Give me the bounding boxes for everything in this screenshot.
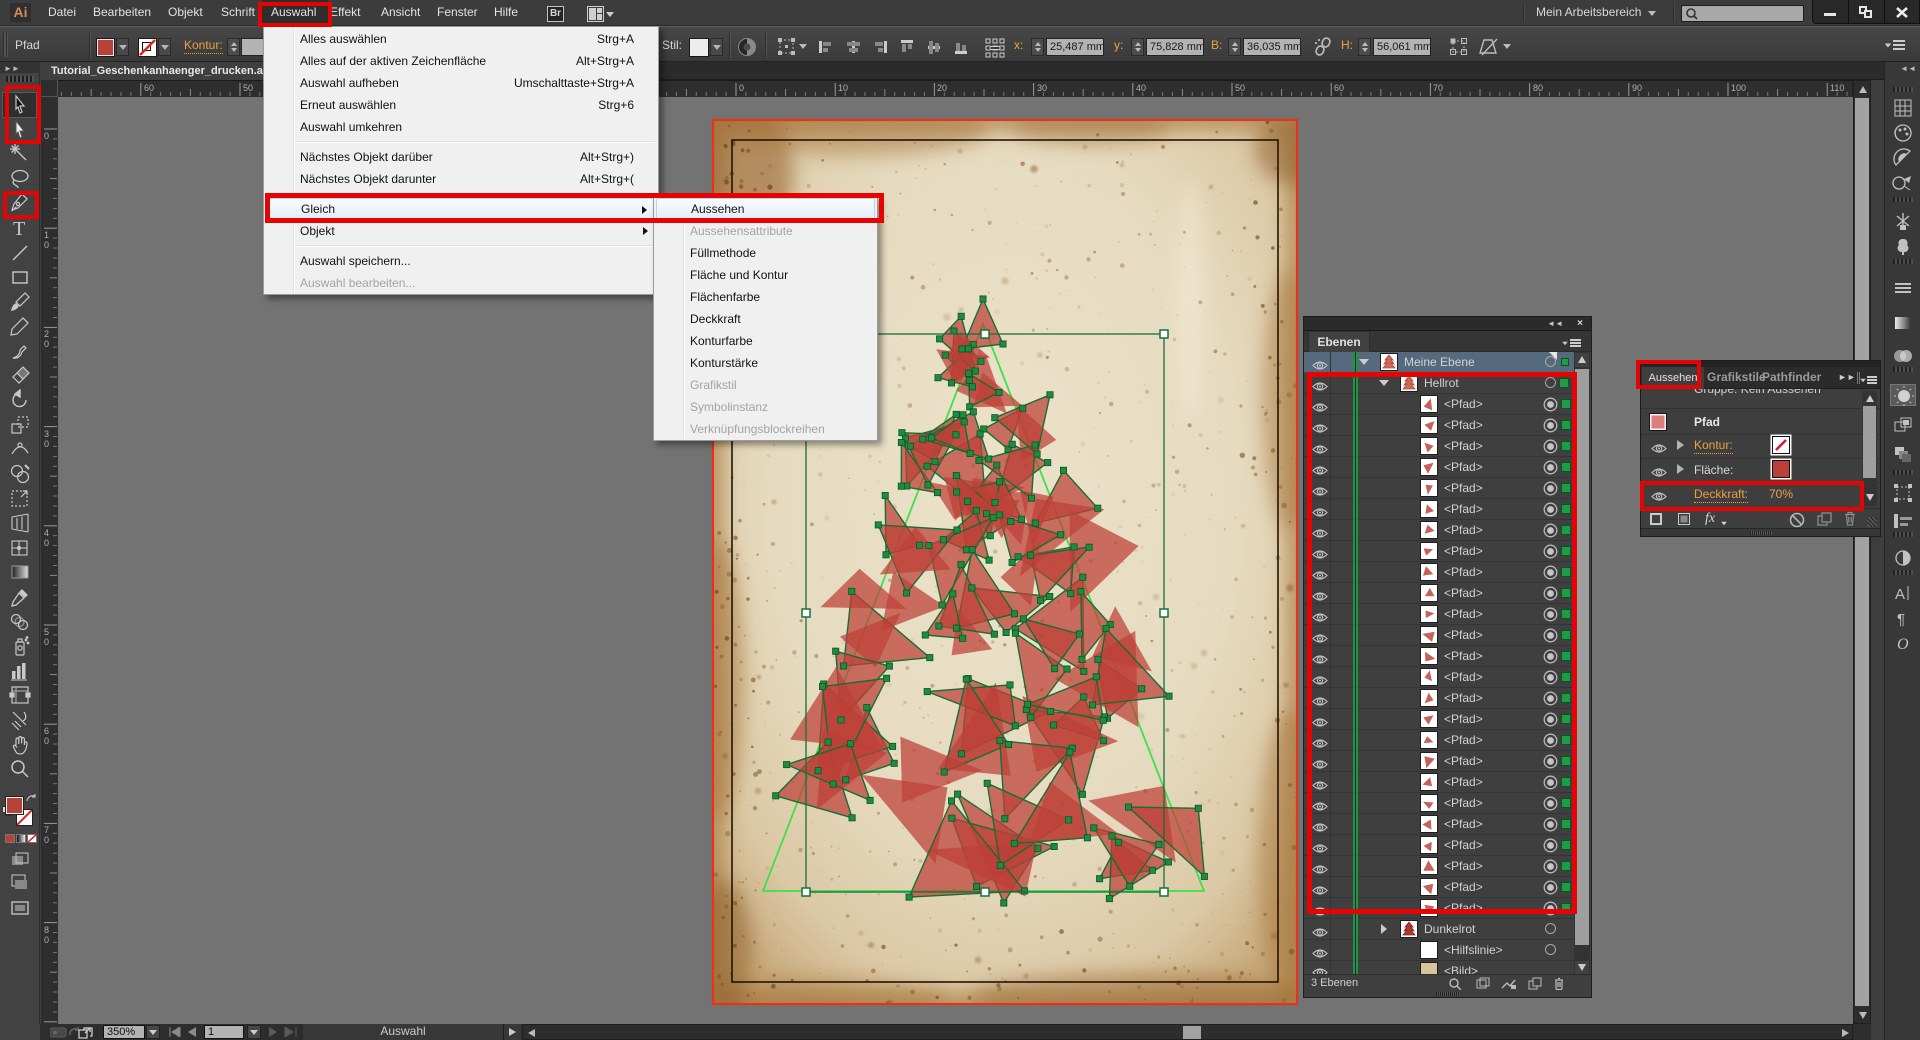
svg-text:0: 0 (44, 240, 49, 250)
svg-text:0: 0 (44, 131, 49, 141)
svg-text:6: 6 (44, 726, 49, 736)
svg-text:0: 0 (44, 835, 49, 845)
svg-text:8: 8 (44, 925, 49, 935)
svg-text:0: 0 (44, 736, 49, 746)
svg-text:0: 0 (44, 538, 49, 548)
svg-text:¶: ¶ (1897, 611, 1905, 628)
svg-text:100: 100 (1731, 83, 1746, 93)
svg-text:0: 0 (44, 637, 49, 647)
svg-text:110: 110 (1830, 83, 1844, 93)
svg-text:0: 0 (739, 83, 744, 93)
svg-text:0: 0 (44, 935, 49, 945)
svg-text:50: 50 (243, 83, 253, 93)
svg-text:60: 60 (1334, 83, 1344, 93)
svg-text:70: 70 (1433, 83, 1443, 93)
svg-text:1: 1 (44, 230, 49, 240)
svg-text:5: 5 (44, 627, 49, 637)
svg-text:80: 80 (1533, 83, 1543, 93)
svg-text:20: 20 (937, 83, 947, 93)
svg-text:90: 90 (1632, 83, 1642, 93)
svg-text:T: T (13, 218, 25, 239)
svg-text:4: 4 (44, 528, 49, 538)
svg-text:30: 30 (1037, 83, 1047, 93)
svg-text:0: 0 (44, 439, 49, 449)
svg-text:40: 40 (1136, 83, 1146, 93)
svg-text:A: A (1895, 586, 1905, 603)
svg-text:2: 2 (44, 329, 49, 339)
svg-text:50: 50 (1235, 83, 1245, 93)
svg-text:60: 60 (144, 83, 154, 93)
svg-text:O: O (1897, 636, 1909, 653)
svg-text:10: 10 (838, 83, 848, 93)
svg-text:0: 0 (44, 339, 49, 349)
svg-text:7: 7 (44, 825, 49, 835)
svg-text:3: 3 (44, 429, 49, 439)
